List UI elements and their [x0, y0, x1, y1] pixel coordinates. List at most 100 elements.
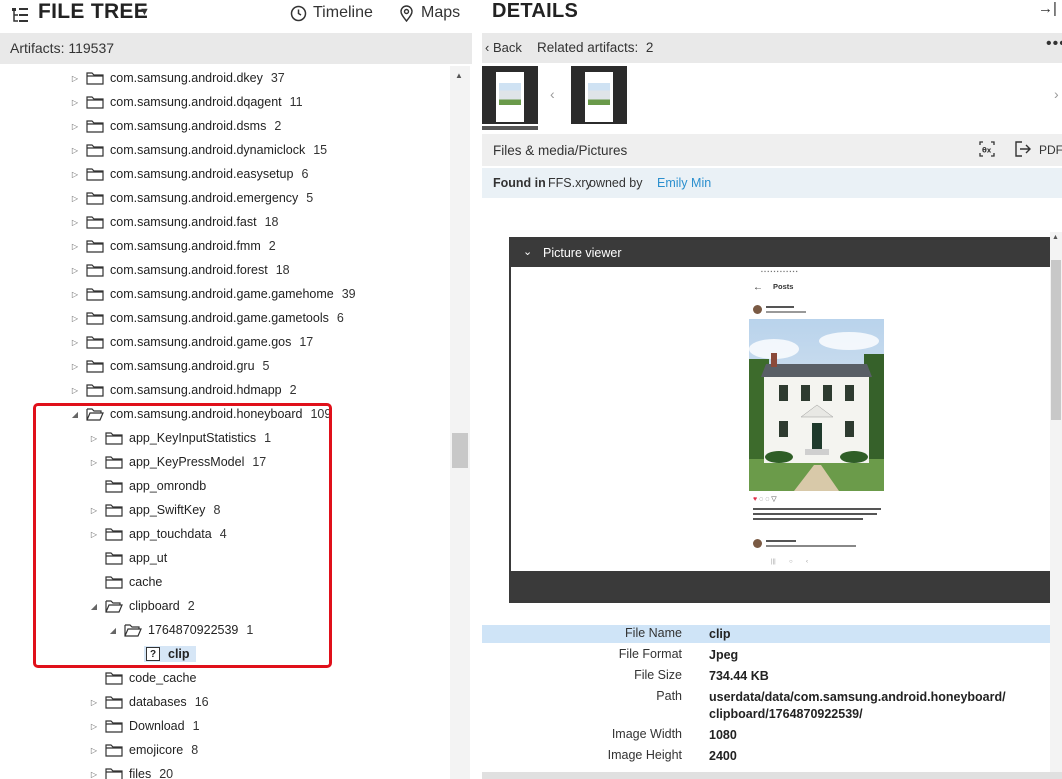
maps-label: Maps: [421, 4, 461, 21]
folder-icon: [86, 336, 104, 349]
collapsed-arrow-icon[interactable]: ▷: [70, 362, 80, 371]
tree-item[interactable]: ▷ com.samsung.android.dsms 2: [70, 114, 281, 138]
tree-item[interactable]: ▷ com.samsung.android.game.gametools 6: [70, 306, 344, 330]
tree-item-label: clip: [168, 647, 190, 661]
tree-item[interactable]: ▷ databases 16: [89, 690, 209, 714]
map-pin-icon: [400, 4, 413, 22]
tree-item[interactable]: ▷ files 20: [89, 762, 173, 779]
tree-item[interactable]: cache: [89, 570, 170, 594]
scrollbar-thumb[interactable]: [452, 433, 468, 468]
folder-icon: [86, 240, 104, 253]
related-label: Related artifacts:: [537, 40, 639, 55]
scrollbar-thumb[interactable]: [1051, 260, 1061, 420]
tree-item[interactable]: ▷ app_KeyInputStatistics 1: [89, 426, 271, 450]
collapsed-arrow-icon[interactable]: ▷: [70, 338, 80, 347]
tree-item[interactable]: ▷ com.samsung.android.fast 18: [70, 210, 279, 234]
collapse-panel-icon[interactable]: →|: [1038, 0, 1057, 17]
folder-icon: [105, 528, 123, 541]
ocr-icon[interactable]: θx: [978, 140, 996, 158]
back-button[interactable]: ‹ Back: [485, 40, 522, 55]
tree-item[interactable]: ◢ com.samsung.android.honeyboard 109: [70, 402, 331, 426]
collapsed-arrow-icon[interactable]: ▷: [89, 530, 99, 539]
collapsed-arrow-icon[interactable]: ▷: [89, 746, 99, 755]
maps-button[interactable]: Maps: [398, 3, 460, 23]
expanded-arrow-icon[interactable]: ◢: [70, 410, 80, 419]
collapsed-arrow-icon[interactable]: ▷: [70, 146, 80, 155]
tree-item[interactable]: ▷ com.samsung.android.dynamiclock 15: [70, 138, 327, 162]
tree-item[interactable]: ▷ com.samsung.android.fmm 2: [70, 234, 276, 258]
tree-item[interactable]: app_omrondb: [89, 474, 214, 498]
collapsed-arrow-icon[interactable]: ▷: [89, 698, 99, 707]
collapsed-arrow-icon[interactable]: ▷: [70, 386, 80, 395]
details-scrollbar[interactable]: ▲: [1050, 232, 1062, 779]
folder-open-icon: [86, 408, 104, 421]
file-tree-dropdown-icon[interactable]: ▼: [139, 6, 150, 18]
tree-item-label: com.samsung.android.forest: [110, 263, 268, 277]
tree-item[interactable]: ▷ app_KeyPressModel 17: [89, 450, 266, 474]
timeline-button[interactable]: Timeline: [290, 3, 373, 23]
tree-item[interactable]: ▷ com.samsung.android.forest 18: [70, 258, 290, 282]
tree-item[interactable]: ▷ com.samsung.android.easysetup 6: [70, 162, 308, 186]
tree-item[interactable]: code_cache: [89, 666, 204, 690]
picture-viewer-header[interactable]: ⌄ Picture viewer: [509, 237, 1052, 267]
collapsed-arrow-icon[interactable]: ▷: [70, 218, 80, 227]
scroll-up-icon[interactable]: ▲: [1052, 234, 1059, 241]
collapsed-arrow-icon[interactable]: ▷: [70, 314, 80, 323]
folder-icon: [86, 312, 104, 325]
collapsed-arrow-icon[interactable]: ▷: [89, 506, 99, 515]
tree-item[interactable]: ▷ app_touchdata 4: [89, 522, 227, 546]
owner-link[interactable]: Emily Min: [657, 176, 711, 190]
folder-icon: [105, 432, 123, 445]
app-window: FILE TREE ▼ Timeline Maps Artifacts: 119…: [0, 0, 1062, 779]
collapsed-arrow-icon[interactable]: ▷: [70, 170, 80, 179]
property-value: 1080: [709, 728, 737, 742]
tree-item-label: com.samsung.android.easysetup: [110, 167, 294, 181]
tree-item[interactable]: ▷ emojicore 8: [89, 738, 198, 762]
collapsed-arrow-icon[interactable]: ▷: [70, 194, 80, 203]
chevron-down-icon[interactable]: ⌄: [523, 245, 532, 258]
tree-item-label: com.samsung.android.game.gos: [110, 335, 292, 349]
collapsed-arrow-icon[interactable]: ▷: [70, 290, 80, 299]
tree-item[interactable]: ▷ Download 1: [89, 714, 200, 738]
phone-post-actions: ♥ ◌ ◌ ▽: [753, 496, 777, 503]
tree-view-icon: [12, 8, 28, 22]
collapsed-arrow-icon[interactable]: ▷: [89, 458, 99, 467]
more-options-icon[interactable]: •••: [1046, 35, 1062, 53]
tree-item[interactable]: ▷ com.samsung.android.emergency 5: [70, 186, 313, 210]
property-value: clipboard/1764870922539/: [709, 707, 863, 721]
tree-item[interactable]: ◢ 1764870922539 1: [108, 618, 253, 642]
owned-by-label: owned by: [589, 176, 643, 190]
tree-item[interactable]: ? clip: [144, 642, 196, 666]
scroll-up-icon[interactable]: ▲: [455, 71, 463, 80]
thumbnail-item[interactable]: [571, 66, 627, 124]
collapsed-arrow-icon[interactable]: ▷: [89, 722, 99, 731]
tree-item[interactable]: ▷ com.samsung.android.game.gos 17: [70, 330, 313, 354]
collapsed-arrow-icon[interactable]: ▷: [89, 770, 99, 779]
tree-item[interactable]: ▷ app_SwiftKey 8: [89, 498, 220, 522]
thumbnail-selected[interactable]: [482, 66, 538, 130]
folder-icon: [105, 504, 123, 517]
tree-item[interactable]: ▷ com.samsung.android.hdmapp 2: [70, 378, 297, 402]
thumbnail-next-icon[interactable]: ›: [1054, 86, 1059, 102]
collapsed-arrow-icon[interactable]: ▷: [89, 434, 99, 443]
folder-icon: [105, 768, 123, 779]
tree-item-label: com.samsung.android.dsms: [110, 119, 267, 133]
collapsed-arrow-icon[interactable]: ▷: [70, 98, 80, 107]
collapsed-arrow-icon[interactable]: ▷: [70, 122, 80, 131]
expanded-arrow-icon[interactable]: ◢: [108, 626, 118, 635]
tree-item[interactable]: ▷ com.samsung.android.gru 5: [70, 354, 270, 378]
expanded-arrow-icon[interactable]: ◢: [89, 602, 99, 611]
artifacts-count: Artifacts: 119537: [10, 40, 115, 56]
pdf-export-button[interactable]: PDF: [1039, 143, 1062, 157]
file-tree-scrollbar[interactable]: ▲: [450, 66, 470, 779]
tree-item[interactable]: ▷ com.samsung.android.dkey 37: [70, 66, 285, 90]
export-icon[interactable]: [1014, 140, 1032, 158]
tree-item[interactable]: ◢ clipboard 2: [89, 594, 195, 618]
collapsed-arrow-icon[interactable]: ▷: [70, 266, 80, 275]
tree-item[interactable]: ▷ com.samsung.android.dqagent 11: [70, 90, 303, 114]
thumbnail-prev-icon[interactable]: ‹: [550, 86, 555, 102]
tree-item[interactable]: app_ut: [89, 546, 175, 570]
collapsed-arrow-icon[interactable]: ▷: [70, 74, 80, 83]
tree-item[interactable]: ▷ com.samsung.android.game.gamehome 39: [70, 282, 356, 306]
collapsed-arrow-icon[interactable]: ▷: [70, 242, 80, 251]
